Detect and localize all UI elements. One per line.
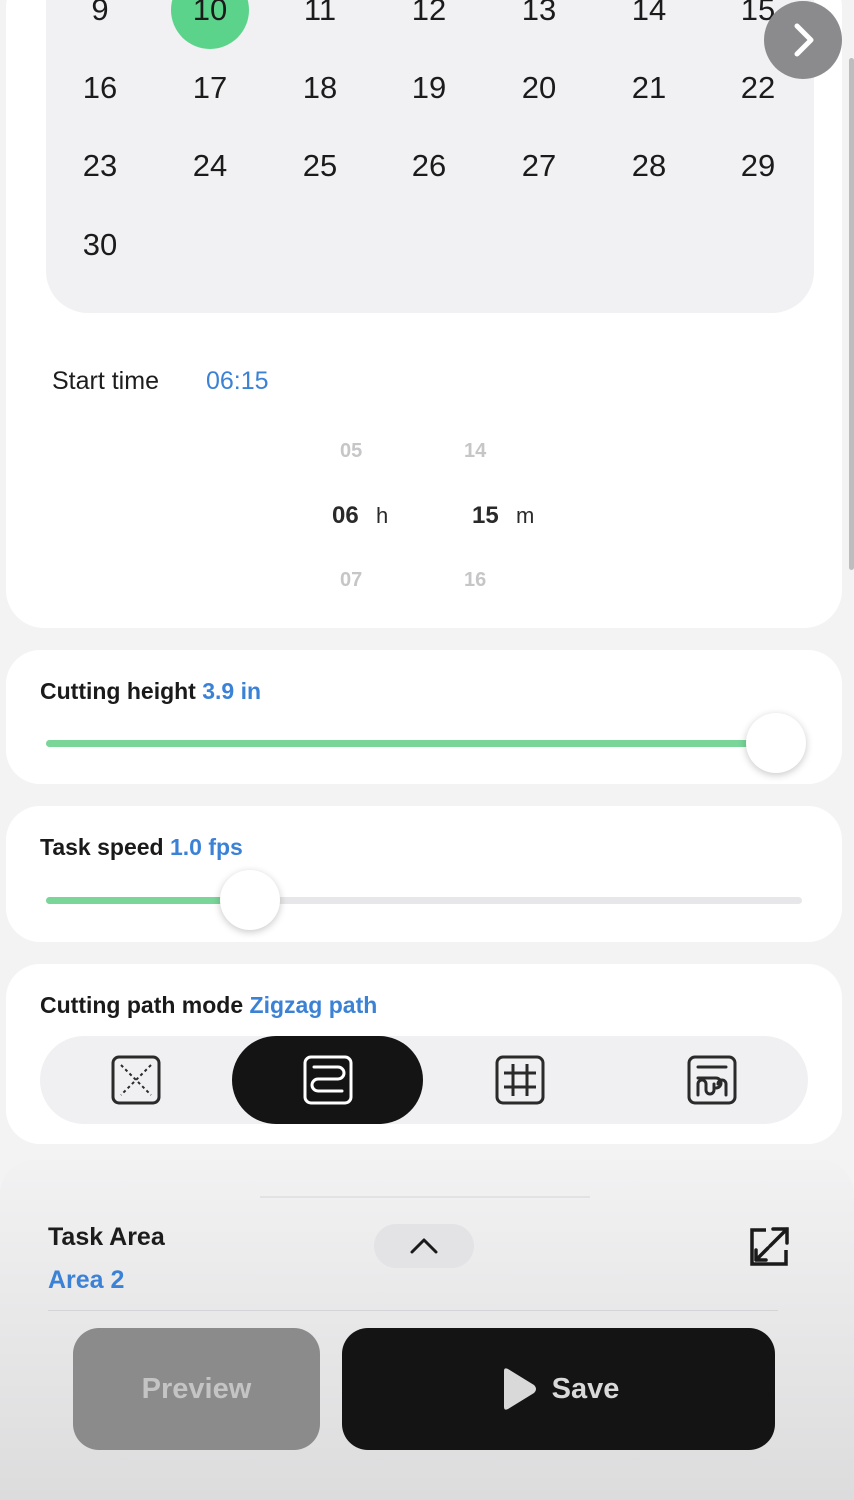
calendar-day[interactable]: 21 xyxy=(610,49,688,127)
path-mode-selector xyxy=(40,1036,808,1124)
save-button[interactable]: Save xyxy=(342,1328,775,1450)
task-area-label: Task Area xyxy=(48,1223,165,1251)
path-mode-zigzag[interactable] xyxy=(232,1036,423,1124)
cutting-path-mode-card: Cutting path mode Zigzag path xyxy=(6,964,842,1144)
task-area-value[interactable]: Area 2 xyxy=(48,1266,124,1295)
cutting-height-value: 3.9 in xyxy=(202,678,262,704)
minute-next[interactable]: 16 xyxy=(464,569,486,592)
calendar-day[interactable]: 11 xyxy=(281,0,359,49)
panel-divider xyxy=(48,1310,778,1311)
calendar-day[interactable]: 12 xyxy=(390,0,468,49)
chevron-up-icon xyxy=(410,1238,438,1254)
calendar-day[interactable]: 25 xyxy=(281,127,359,205)
calendar-day[interactable]: 18 xyxy=(281,49,359,127)
minute-unit: m xyxy=(516,503,535,528)
calendar-grid: 9 10 11 12 13 14 15 16 17 18 19 20 21 22… xyxy=(46,0,814,313)
next-month-button[interactable] xyxy=(764,1,842,79)
task-area-panel: Task Area Area 2 Preview Save xyxy=(0,1160,854,1500)
calendar-day[interactable]: 14 xyxy=(610,0,688,49)
schedule-card: 9 10 11 12 13 14 15 16 17 18 19 20 21 22… xyxy=(6,0,842,628)
calendar-day-selected[interactable]: 10 xyxy=(171,0,249,49)
task-speed-value: 1.0 fps xyxy=(169,834,243,860)
collapse-panel-button[interactable] xyxy=(374,1224,474,1268)
hour-unit: h xyxy=(376,503,389,528)
task-speed-thumb[interactable] xyxy=(220,870,281,930)
play-icon xyxy=(503,1368,536,1410)
minute-current[interactable]: 15 xyxy=(472,502,499,530)
calendar-day[interactable]: 23 xyxy=(61,127,139,205)
calendar-day[interactable]: 9 xyxy=(61,0,139,49)
calendar-day[interactable]: 19 xyxy=(390,49,468,127)
calendar-day[interactable]: 13 xyxy=(500,0,578,49)
chevron-right-icon xyxy=(794,23,814,57)
scrollbar[interactable] xyxy=(849,58,854,570)
calendar-day[interactable]: 28 xyxy=(610,127,688,205)
cutting-height-label: Cutting height xyxy=(40,678,196,704)
preview-button[interactable]: Preview xyxy=(73,1328,320,1450)
cutting-height-title: Cutting height 3.9 in xyxy=(40,678,261,705)
save-label: Save xyxy=(551,1372,620,1405)
task-speed-label: Task speed xyxy=(40,834,164,860)
expand-icon xyxy=(750,1227,789,1266)
task-speed-card: Task speed 1.0 fps xyxy=(6,806,842,942)
panel-divider-top xyxy=(260,1196,590,1198)
zigzag-path-icon xyxy=(303,1055,352,1105)
crisscross-path-icon xyxy=(111,1055,160,1105)
grid-path-icon xyxy=(495,1055,544,1105)
cutting-path-mode-label: Cutting path mode xyxy=(40,992,244,1018)
calendar-day[interactable]: 30 xyxy=(61,206,139,284)
calendar-day[interactable]: 29 xyxy=(719,127,797,205)
path-mode-crisscross[interactable] xyxy=(40,1036,231,1124)
start-time-label: Start time xyxy=(52,367,159,395)
calendar-day[interactable]: 27 xyxy=(500,127,578,205)
cutting-height-fill xyxy=(46,740,776,747)
cutting-height-thumb[interactable] xyxy=(745,713,806,773)
hour-prev[interactable]: 05 xyxy=(340,440,362,463)
preview-label: Preview xyxy=(141,1372,252,1405)
cutting-path-mode-value: Zigzag path xyxy=(249,992,378,1018)
task-speed-title: Task speed 1.0 fps xyxy=(40,834,243,861)
hour-next[interactable]: 07 xyxy=(340,569,362,592)
task-speed-slider[interactable] xyxy=(46,870,802,930)
minute-prev[interactable]: 14 xyxy=(464,440,486,463)
hour-current[interactable]: 06 xyxy=(332,502,359,530)
calendar-day[interactable]: 16 xyxy=(61,49,139,127)
calendar-day[interactable]: 20 xyxy=(500,49,578,127)
path-mode-wave[interactable] xyxy=(616,1036,807,1124)
cutting-height-slider[interactable] xyxy=(46,713,806,773)
wave-path-icon xyxy=(687,1055,736,1105)
calendar-day[interactable]: 17 xyxy=(171,49,249,127)
expand-map-button[interactable] xyxy=(746,1224,792,1270)
start-time-value: 06:15 xyxy=(206,367,269,395)
path-mode-grid[interactable] xyxy=(424,1036,615,1124)
cutting-height-card: Cutting height 3.9 in xyxy=(6,650,842,784)
cutting-path-mode-title: Cutting path mode Zigzag path xyxy=(40,992,377,1019)
calendar-day[interactable]: 26 xyxy=(390,127,468,205)
calendar-day[interactable]: 24 xyxy=(171,127,249,205)
